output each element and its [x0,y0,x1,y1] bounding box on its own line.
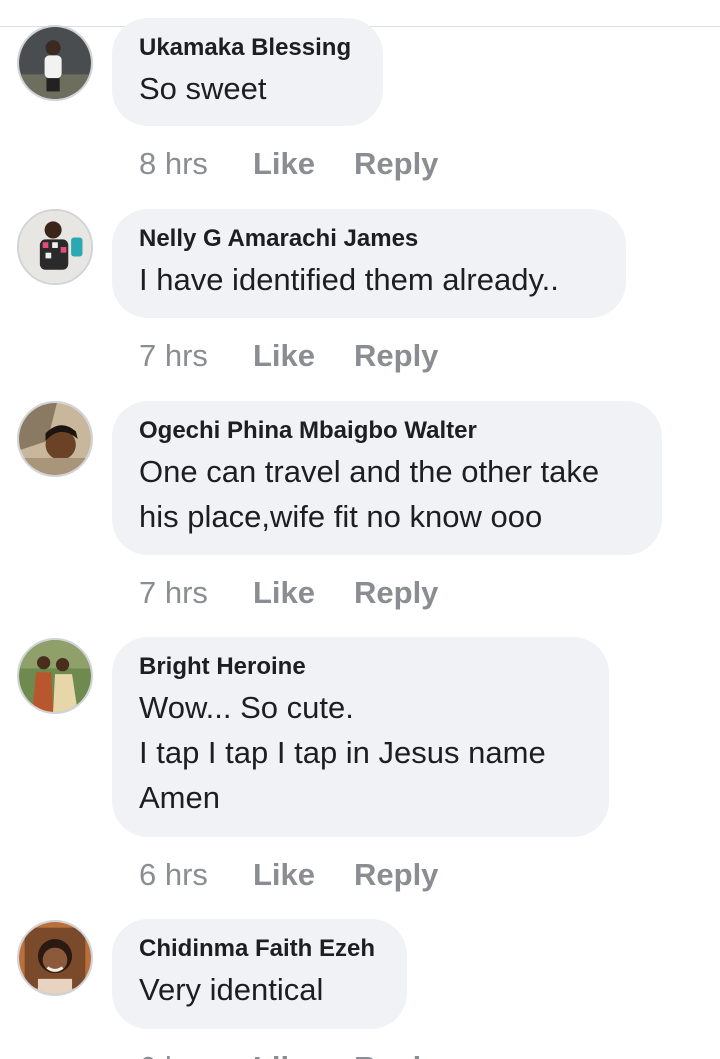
comment-author[interactable]: Nelly G Amarachi James [139,225,600,253]
comment-actions: 7 hrs Like Reply [139,336,438,376]
comment-timestamp[interactable]: 8 hrs [139,146,253,182]
comment-bubble: Ogechi Phina Mbaigbo Walter One can trav… [112,401,662,555]
reply-button[interactable]: Reply [354,146,438,182]
avatar[interactable] [17,920,93,996]
comment-bubble: Chidinma Faith Ezeh Very identical [112,919,407,1029]
comment-author[interactable]: Ukamaka Blessing [139,34,357,62]
comment-author[interactable]: Bright Heroine [139,653,583,681]
comment-author[interactable]: Ogechi Phina Mbaigbo Walter [139,417,636,445]
comment-timestamp[interactable]: 6 hrs [139,1050,253,1059]
like-button[interactable]: Like [253,857,354,893]
comment-text: One can travel and the other take his pl… [139,454,600,534]
comment-bubble: Bright Heroine Wow... So cute. I tap I t… [112,637,609,837]
reply-button[interactable]: Reply [354,1050,438,1059]
comments-screen: Ukamaka Blessing So sweet 8 hrs Like Rep… [0,0,720,1059]
comment-text: I have identified them already.. [139,262,559,297]
reply-button[interactable]: Reply [354,857,438,893]
comment-bubble: Nelly G Amarachi James I have identified… [112,209,626,318]
comment-text: Very identical [139,972,324,1007]
comment-text: So sweet [139,71,267,106]
comment-timestamp[interactable]: 7 hrs [139,575,253,611]
like-button[interactable]: Like [253,575,354,611]
comment-actions: 8 hrs Like Reply [139,144,438,184]
comment-timestamp[interactable]: 7 hrs [139,338,253,374]
comment-text: Wow... So cute. I tap I tap I tap in Jes… [139,690,546,815]
comment-actions: 7 hrs Like Reply [139,573,438,613]
reply-button[interactable]: Reply [354,338,438,374]
comment-actions: 6 hrs Like Reply [139,855,438,895]
avatar[interactable] [17,25,93,101]
comment-bubble: Ukamaka Blessing So sweet [112,18,383,126]
reply-button[interactable]: Reply [354,575,438,611]
avatar[interactable] [17,638,93,714]
like-button[interactable]: Like [253,146,354,182]
comment-author[interactable]: Chidinma Faith Ezeh [139,935,381,963]
comment-timestamp[interactable]: 6 hrs [139,857,253,893]
like-button[interactable]: Like [253,338,354,374]
comment-actions: 6 hrs Like Reply [139,1048,438,1059]
avatar[interactable] [17,209,93,285]
like-button[interactable]: Like [253,1050,354,1059]
avatar[interactable] [17,401,93,477]
